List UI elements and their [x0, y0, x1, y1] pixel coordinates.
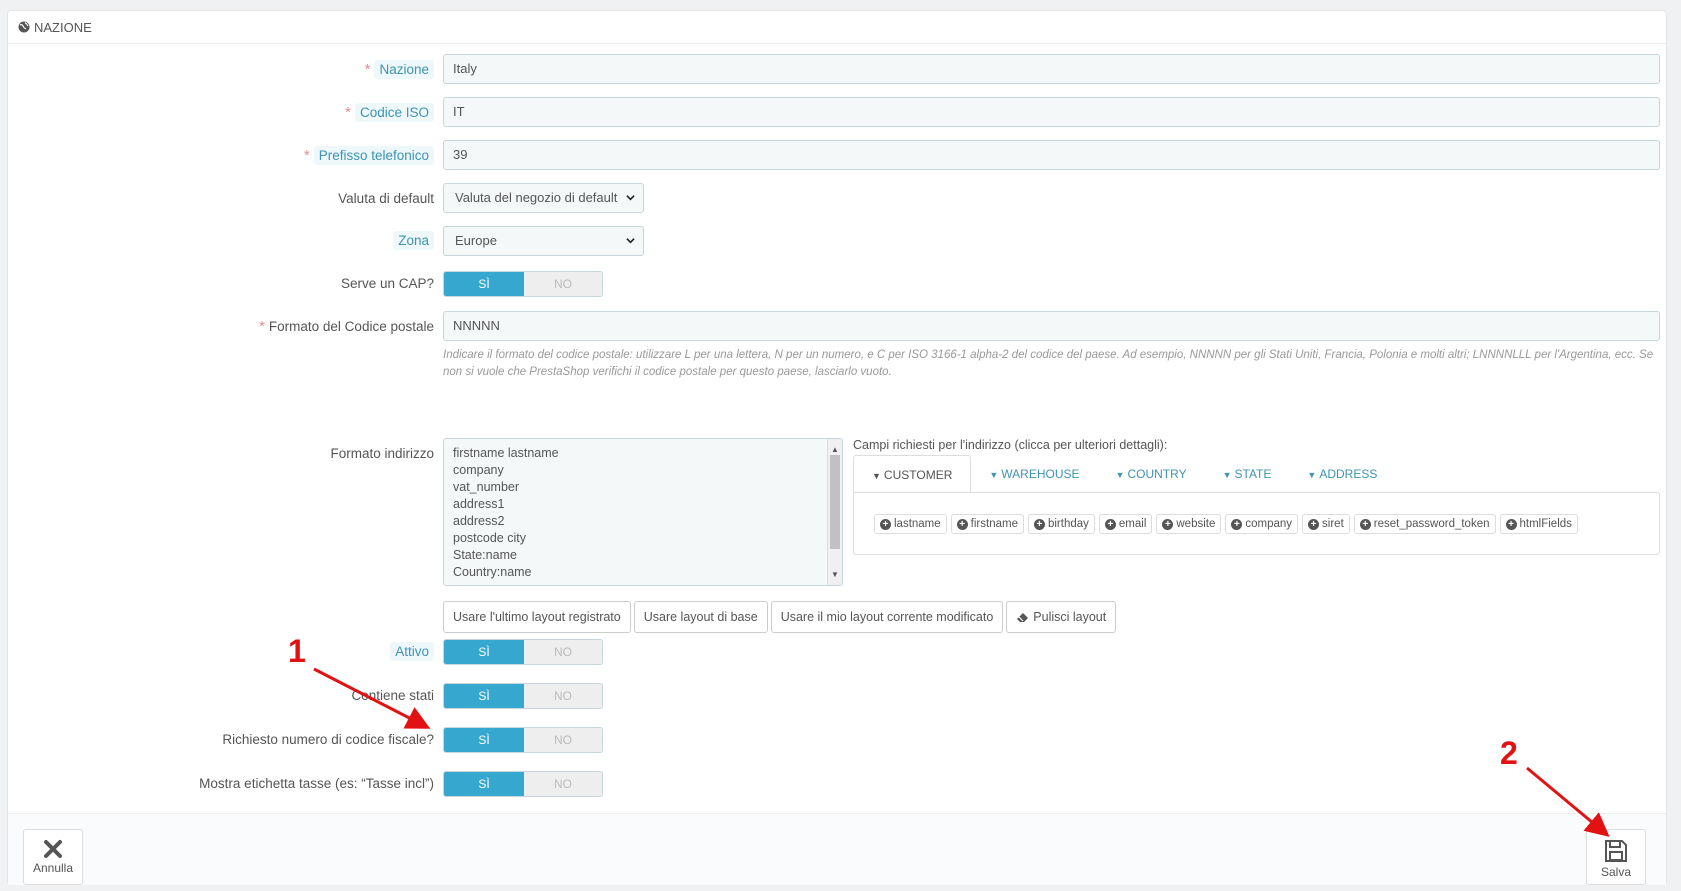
panel-heading: NAZIONE [8, 11, 1666, 44]
field-chip-website[interactable]: + website [1156, 514, 1222, 534]
plus-circle-icon: + [1359, 518, 1371, 530]
toggle-no[interactable]: NO [524, 640, 602, 664]
chevron-down-icon [626, 238, 635, 244]
toggle-no[interactable]: NO [524, 272, 602, 296]
currency-select-value: Valuta del negozio di default [455, 190, 618, 205]
field-chip-htmlfields[interactable]: + htmlFields [1499, 514, 1578, 534]
zip-required-toggle[interactable]: SÌ NO [443, 271, 603, 297]
address-line: firstname lastname [453, 446, 559, 460]
zip-required-label: Serve un CAP? [340, 276, 434, 291]
address-line: address1 [453, 497, 505, 511]
address-format-label: Formato indirizzo [330, 446, 434, 461]
clear-layout-button[interactable]: Pulisci layout [1006, 601, 1117, 633]
tab-address[interactable]: ▼ ADDRESS [1289, 455, 1395, 493]
caret-down-icon: ▼ [1222, 470, 1232, 480]
required-fields-caption: Campi richiesti per l'indirizzo (clicca … [853, 438, 1168, 452]
address-format-textarea[interactable]: firstname lastname company vat_number ad… [443, 438, 843, 586]
layout-buttons: Usare l'ultimo layout registrato Usare l… [443, 601, 1117, 633]
caret-down-icon: ▼ [1115, 470, 1125, 480]
zip-format-input[interactable]: NNNNN [443, 311, 1660, 341]
plus-circle-icon: + [880, 518, 891, 530]
field-chip-reset-password-token[interactable]: + reset_password_token [1353, 514, 1496, 534]
zone-select[interactable]: Europe [443, 226, 644, 256]
chevron-down-icon [626, 195, 635, 201]
toggle-yes[interactable]: SÌ [444, 728, 524, 752]
iso-code-input[interactable]: IT [443, 97, 1660, 127]
tab-warehouse[interactable]: ▼ WAREHOUSE [971, 455, 1097, 493]
caret-down-icon: ▼ [1307, 470, 1317, 480]
tax-id-required-toggle[interactable]: SÌ NO [443, 727, 603, 753]
toggle-yes[interactable]: SÌ [444, 684, 524, 708]
plus-circle-icon: + [1033, 518, 1045, 530]
zone-select-value: Europe [455, 233, 497, 248]
scroll-down-icon[interactable]: ▼ [831, 566, 839, 583]
scrollbar-thumb[interactable] [830, 455, 840, 549]
caret-down-icon: ▼ [989, 470, 999, 480]
iso-code-label: * Codice ISO [345, 103, 434, 122]
field-chip-siret[interactable]: + siret [1302, 514, 1350, 534]
tax-label-display-label: Mostra etichetta tasse (es: “Tasse incl”… [199, 776, 434, 791]
zone-label: Zona [393, 231, 434, 250]
field-chip-company[interactable]: + company [1225, 514, 1299, 534]
currency-select[interactable]: Valuta del negozio di default [443, 183, 644, 213]
field-chip-birthday[interactable]: + birthday [1027, 514, 1095, 534]
plus-circle-icon: + [1104, 518, 1116, 530]
active-toggle[interactable]: SÌ NO [443, 639, 603, 665]
close-icon [44, 840, 62, 858]
address-line: postcode city [453, 531, 526, 545]
address-line: Country:name [453, 565, 532, 579]
tax-label-display-toggle[interactable]: SÌ NO [443, 771, 603, 797]
contains-states-label: Contiene stati [351, 688, 434, 703]
toggle-no[interactable]: NO [524, 684, 602, 708]
call-prefix-input[interactable]: 39 [443, 140, 1660, 170]
globe-icon [18, 21, 30, 33]
field-chip-email[interactable]: + email [1098, 514, 1153, 534]
address-line: vat_number [453, 480, 520, 494]
zip-format-label: * Formato del Codice postale [259, 318, 434, 335]
plus-circle-icon: + [1505, 518, 1517, 530]
plus-circle-icon: + [956, 518, 968, 530]
address-line: address2 [453, 514, 505, 528]
zip-format-help: Indicare il formato del codice postale: … [443, 349, 1654, 378]
address-line: State:name [453, 548, 517, 562]
textarea-scrollbar[interactable]: ▲ ▼ [827, 439, 842, 585]
use-current-layout-button[interactable]: Usare il mio layout corrente modificato [770, 601, 1004, 633]
annotation-number-two: 2 [1500, 735, 1518, 771]
panel-footer: Annulla Salva [8, 813, 1666, 885]
country-form-panel: NAZIONE * Nazione Italy * Codice ISO IT * P… [7, 10, 1667, 885]
toggle-yes[interactable]: SÌ [444, 772, 524, 796]
contains-states-toggle[interactable]: SÌ NO [443, 683, 603, 709]
address-field-tabs: ▼ CUSTOMER ▼ WAREHOUSE ▼ COUNTRY ▼ STATE ▼ AD… [853, 455, 1395, 493]
plus-circle-icon: + [1231, 518, 1243, 530]
caret-down-icon: ▼ [872, 471, 881, 481]
field-chip-lastname[interactable]: + lastname [874, 514, 947, 534]
use-default-layout-button[interactable]: Usare layout di base [633, 601, 768, 633]
save-button[interactable]: Salva [1586, 829, 1646, 885]
toggle-yes[interactable]: SÌ [444, 640, 524, 664]
nazione-label: * Nazione [365, 60, 434, 79]
eraser-icon [1017, 612, 1029, 622]
plus-circle-icon: + [1308, 518, 1320, 530]
floppy-disk-icon [1605, 840, 1627, 862]
panel-title: NAZIONE [34, 19, 92, 35]
tax-id-required-label: Richiesto numero di codice fiscale? [222, 732, 434, 747]
plus-circle-icon: + [1162, 518, 1174, 530]
active-label: Attivo [390, 642, 434, 661]
address-line: company [453, 463, 504, 477]
toggle-no[interactable]: NO [524, 772, 602, 796]
currency-label: Valuta di default [338, 191, 434, 206]
toggle-no[interactable]: NO [524, 728, 602, 752]
cancel-button[interactable]: Annulla [23, 829, 83, 885]
toggle-yes[interactable]: SÌ [444, 272, 524, 296]
use-last-layout-button[interactable]: Usare l'ultimo layout registrato [443, 601, 631, 633]
field-chip-firstname[interactable]: + firstname [950, 514, 1024, 534]
tab-customer[interactable]: ▼ CUSTOMER [853, 455, 972, 493]
tab-country[interactable]: ▼ COUNTRY [1098, 455, 1205, 493]
call-prefix-label: * Prefisso telefonico [304, 146, 434, 165]
tab-state[interactable]: ▼ STATE [1205, 455, 1290, 493]
annotation-number-one: 1 [288, 633, 306, 669]
customer-fields-pane: + lastname + firstname + birthday + email + w… [853, 492, 1660, 555]
nazione-input[interactable]: Italy [443, 54, 1660, 84]
